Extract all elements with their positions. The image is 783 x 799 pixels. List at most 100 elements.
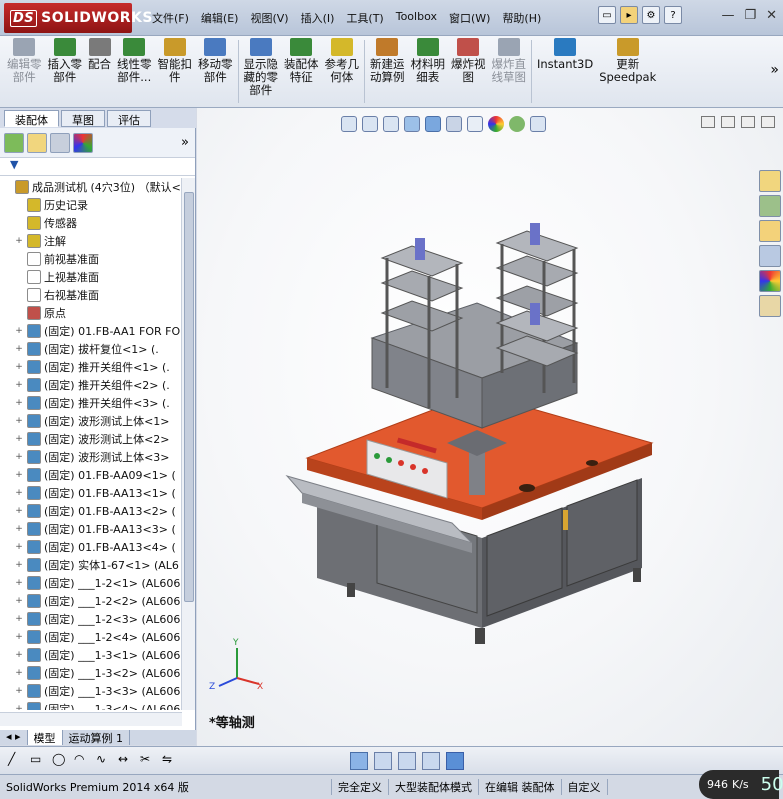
tree-expander[interactable]: + xyxy=(14,470,24,480)
tab-sketch[interactable]: 草图 xyxy=(61,110,105,127)
edit-appearance-icon[interactable] xyxy=(488,116,504,132)
zoom-to-area-icon[interactable] xyxy=(362,116,378,132)
tree-node[interactable]: 前视基准面 xyxy=(0,250,182,268)
zoom-to-fit-icon[interactable] xyxy=(341,116,357,132)
tree-node[interactable]: 右视基准面 xyxy=(0,286,182,304)
ribbon-button-6[interactable]: 显示隐 藏的零 部件 xyxy=(241,36,282,107)
tree-node[interactable]: + (固定) ___1-2<4> (AL606 xyxy=(0,628,182,646)
tree-vertical-scrollbar[interactable] xyxy=(181,178,195,710)
tree-node[interactable]: + (固定) 01.FB-AA09<1> ( xyxy=(0,466,182,484)
tree-node[interactable]: 成品测试机 (4穴3位) （默认< xyxy=(0,178,182,196)
view-settings-icon[interactable] xyxy=(530,116,546,132)
viewport-maximize-icon[interactable] xyxy=(761,116,775,128)
line-icon[interactable]: ╱ xyxy=(8,752,26,770)
hide-show-items-icon[interactable] xyxy=(467,116,483,132)
ribbon-button-14[interactable]: 更新 Speedpak xyxy=(596,36,659,107)
tree-expander[interactable]: + xyxy=(14,596,24,606)
tree-expander[interactable]: + xyxy=(14,650,24,660)
tree-node[interactable]: + (固定) 波形测试上体<3> xyxy=(0,448,182,466)
trimetric-view-icon[interactable] xyxy=(374,752,392,770)
tree-expander[interactable]: + xyxy=(14,542,24,552)
options-gear-icon[interactable]: ⚙ xyxy=(642,6,660,24)
tree-node[interactable]: + (固定) 实体1-67<1> (AL6 xyxy=(0,556,182,574)
tree-expander[interactable]: + xyxy=(14,488,24,498)
tree-node[interactable]: 历史记录 xyxy=(0,196,182,214)
viewport-restore-icon[interactable] xyxy=(741,116,755,128)
tree-expander[interactable]: + xyxy=(14,452,24,462)
tree-node[interactable]: + (固定) ___1-3<3> (AL606 xyxy=(0,682,182,700)
configuration-manager-icon[interactable] xyxy=(50,132,70,153)
tree-node[interactable]: + (固定) ___1-3<1> (AL606 xyxy=(0,646,182,664)
tree-expander[interactable]: + xyxy=(14,416,24,426)
tree-horizontal-scrollbar[interactable] xyxy=(0,712,182,726)
tree-expander[interactable]: + xyxy=(14,668,24,678)
apply-scene-icon[interactable] xyxy=(509,116,525,132)
viewport-layout-icon[interactable] xyxy=(701,116,715,128)
menu-insert[interactable]: 插入(I) xyxy=(295,10,341,26)
tree-node[interactable]: + (固定) ___1-3<2> (AL606 xyxy=(0,664,182,682)
tree-node[interactable]: + 注解 xyxy=(0,232,182,250)
previous-view-icon[interactable] xyxy=(383,116,399,132)
tree-node[interactable]: 上视基准面 xyxy=(0,268,182,286)
tab-motion-study[interactable]: 运动算例 1 xyxy=(63,730,131,745)
tree-expander[interactable]: + xyxy=(14,362,24,372)
ribbon-button-3[interactable]: 线性零 部件... xyxy=(114,36,155,107)
ribbon-overflow-icon[interactable]: » xyxy=(770,62,779,78)
open-folder-icon[interactable]: ▸ xyxy=(620,6,638,24)
tree-node[interactable]: + (固定) 推开关组件<1> (. xyxy=(0,358,182,376)
ribbon-button-5[interactable]: 移动零 部件 xyxy=(195,36,236,107)
dimetric-view-icon[interactable] xyxy=(398,752,416,770)
ribbon-button-11[interactable]: 爆炸视 图 xyxy=(448,36,489,107)
tree-node[interactable]: + (固定) 01.FB-AA13<4> ( xyxy=(0,538,182,556)
tree-node[interactable]: + (固定) 波形测试上体<2> xyxy=(0,430,182,448)
trim-icon[interactable]: ✂ xyxy=(140,752,158,770)
display-manager-icon[interactable] xyxy=(73,132,93,153)
help-icon[interactable]: ? xyxy=(664,6,682,24)
tree-filter[interactable]: ▼ xyxy=(0,158,195,176)
tab-model[interactable]: 模型 xyxy=(27,730,63,745)
section-view-icon[interactable] xyxy=(404,116,420,132)
tree-expander[interactable]: + xyxy=(14,578,24,588)
ribbon-button-10[interactable]: 材料明 细表 xyxy=(408,36,449,107)
new-document-icon[interactable]: ▭ xyxy=(598,6,616,24)
tree-node[interactable]: + (固定) 推开关组件<3> (. xyxy=(0,394,182,412)
restore-button[interactable]: ❐ xyxy=(744,8,756,23)
tree-expander[interactable]: + xyxy=(14,560,24,570)
tab-evaluate[interactable]: 评估 xyxy=(107,110,151,127)
tree-expander[interactable]: + xyxy=(14,614,24,624)
graphics-viewport[interactable]: Y X Z *等轴测 xyxy=(197,108,783,746)
tree-node[interactable]: + (固定) 推开关组件<2> (. xyxy=(0,376,182,394)
menu-view[interactable]: 视图(V) xyxy=(244,10,294,26)
ribbon-button-7[interactable]: 装配体 特征 xyxy=(281,36,322,107)
status-units[interactable]: 自定义 xyxy=(562,779,608,795)
circle-icon[interactable]: ◯ xyxy=(52,752,70,770)
tree-expander[interactable]: + xyxy=(14,434,24,444)
tree-expander[interactable]: + xyxy=(14,236,24,246)
tree-node[interactable]: + (固定) ___1-3<4> (AL606 xyxy=(0,700,182,710)
property-manager-icon[interactable] xyxy=(27,132,47,153)
tab-assembly[interactable]: 装配体 xyxy=(4,110,59,127)
tree-node[interactable]: + (固定) ___1-2<1> (AL606 xyxy=(0,574,182,592)
isometric-view-icon[interactable] xyxy=(350,752,368,770)
dimension-icon[interactable]: ↔ xyxy=(118,752,136,770)
tree-expander[interactable]: + xyxy=(14,344,24,354)
tree-expander[interactable]: + xyxy=(14,326,24,336)
tree-expander[interactable]: + xyxy=(14,380,24,390)
arc-icon[interactable]: ◠ xyxy=(74,752,92,770)
viewport-toggle-icon[interactable] xyxy=(721,116,735,128)
tree-node[interactable]: + (固定) 01.FB-AA13<2> ( xyxy=(0,502,182,520)
shaded-view-icon[interactable] xyxy=(446,752,464,770)
tree-node[interactable]: + (固定) ___1-2<2> (AL606 xyxy=(0,592,182,610)
display-style-icon[interactable] xyxy=(446,116,462,132)
tree-expander[interactable]: + xyxy=(14,524,24,534)
tree-node[interactable]: 传感器 xyxy=(0,214,182,232)
menu-help[interactable]: 帮助(H) xyxy=(496,10,547,26)
rectangle-icon[interactable]: ▭ xyxy=(30,752,48,770)
expand-panel-icon[interactable]: » xyxy=(181,135,189,150)
tree-node[interactable]: + (固定) ___1-2<3> (AL606 xyxy=(0,610,182,628)
assembly-model-render[interactable] xyxy=(197,158,783,718)
tree-expander[interactable]: + xyxy=(14,506,24,516)
menu-tools[interactable]: 工具(T) xyxy=(340,10,389,26)
tab-nav-arrows[interactable]: ◂ ▸ xyxy=(0,730,28,745)
ribbon-button-8[interactable]: 参考几 何体 xyxy=(322,36,363,107)
